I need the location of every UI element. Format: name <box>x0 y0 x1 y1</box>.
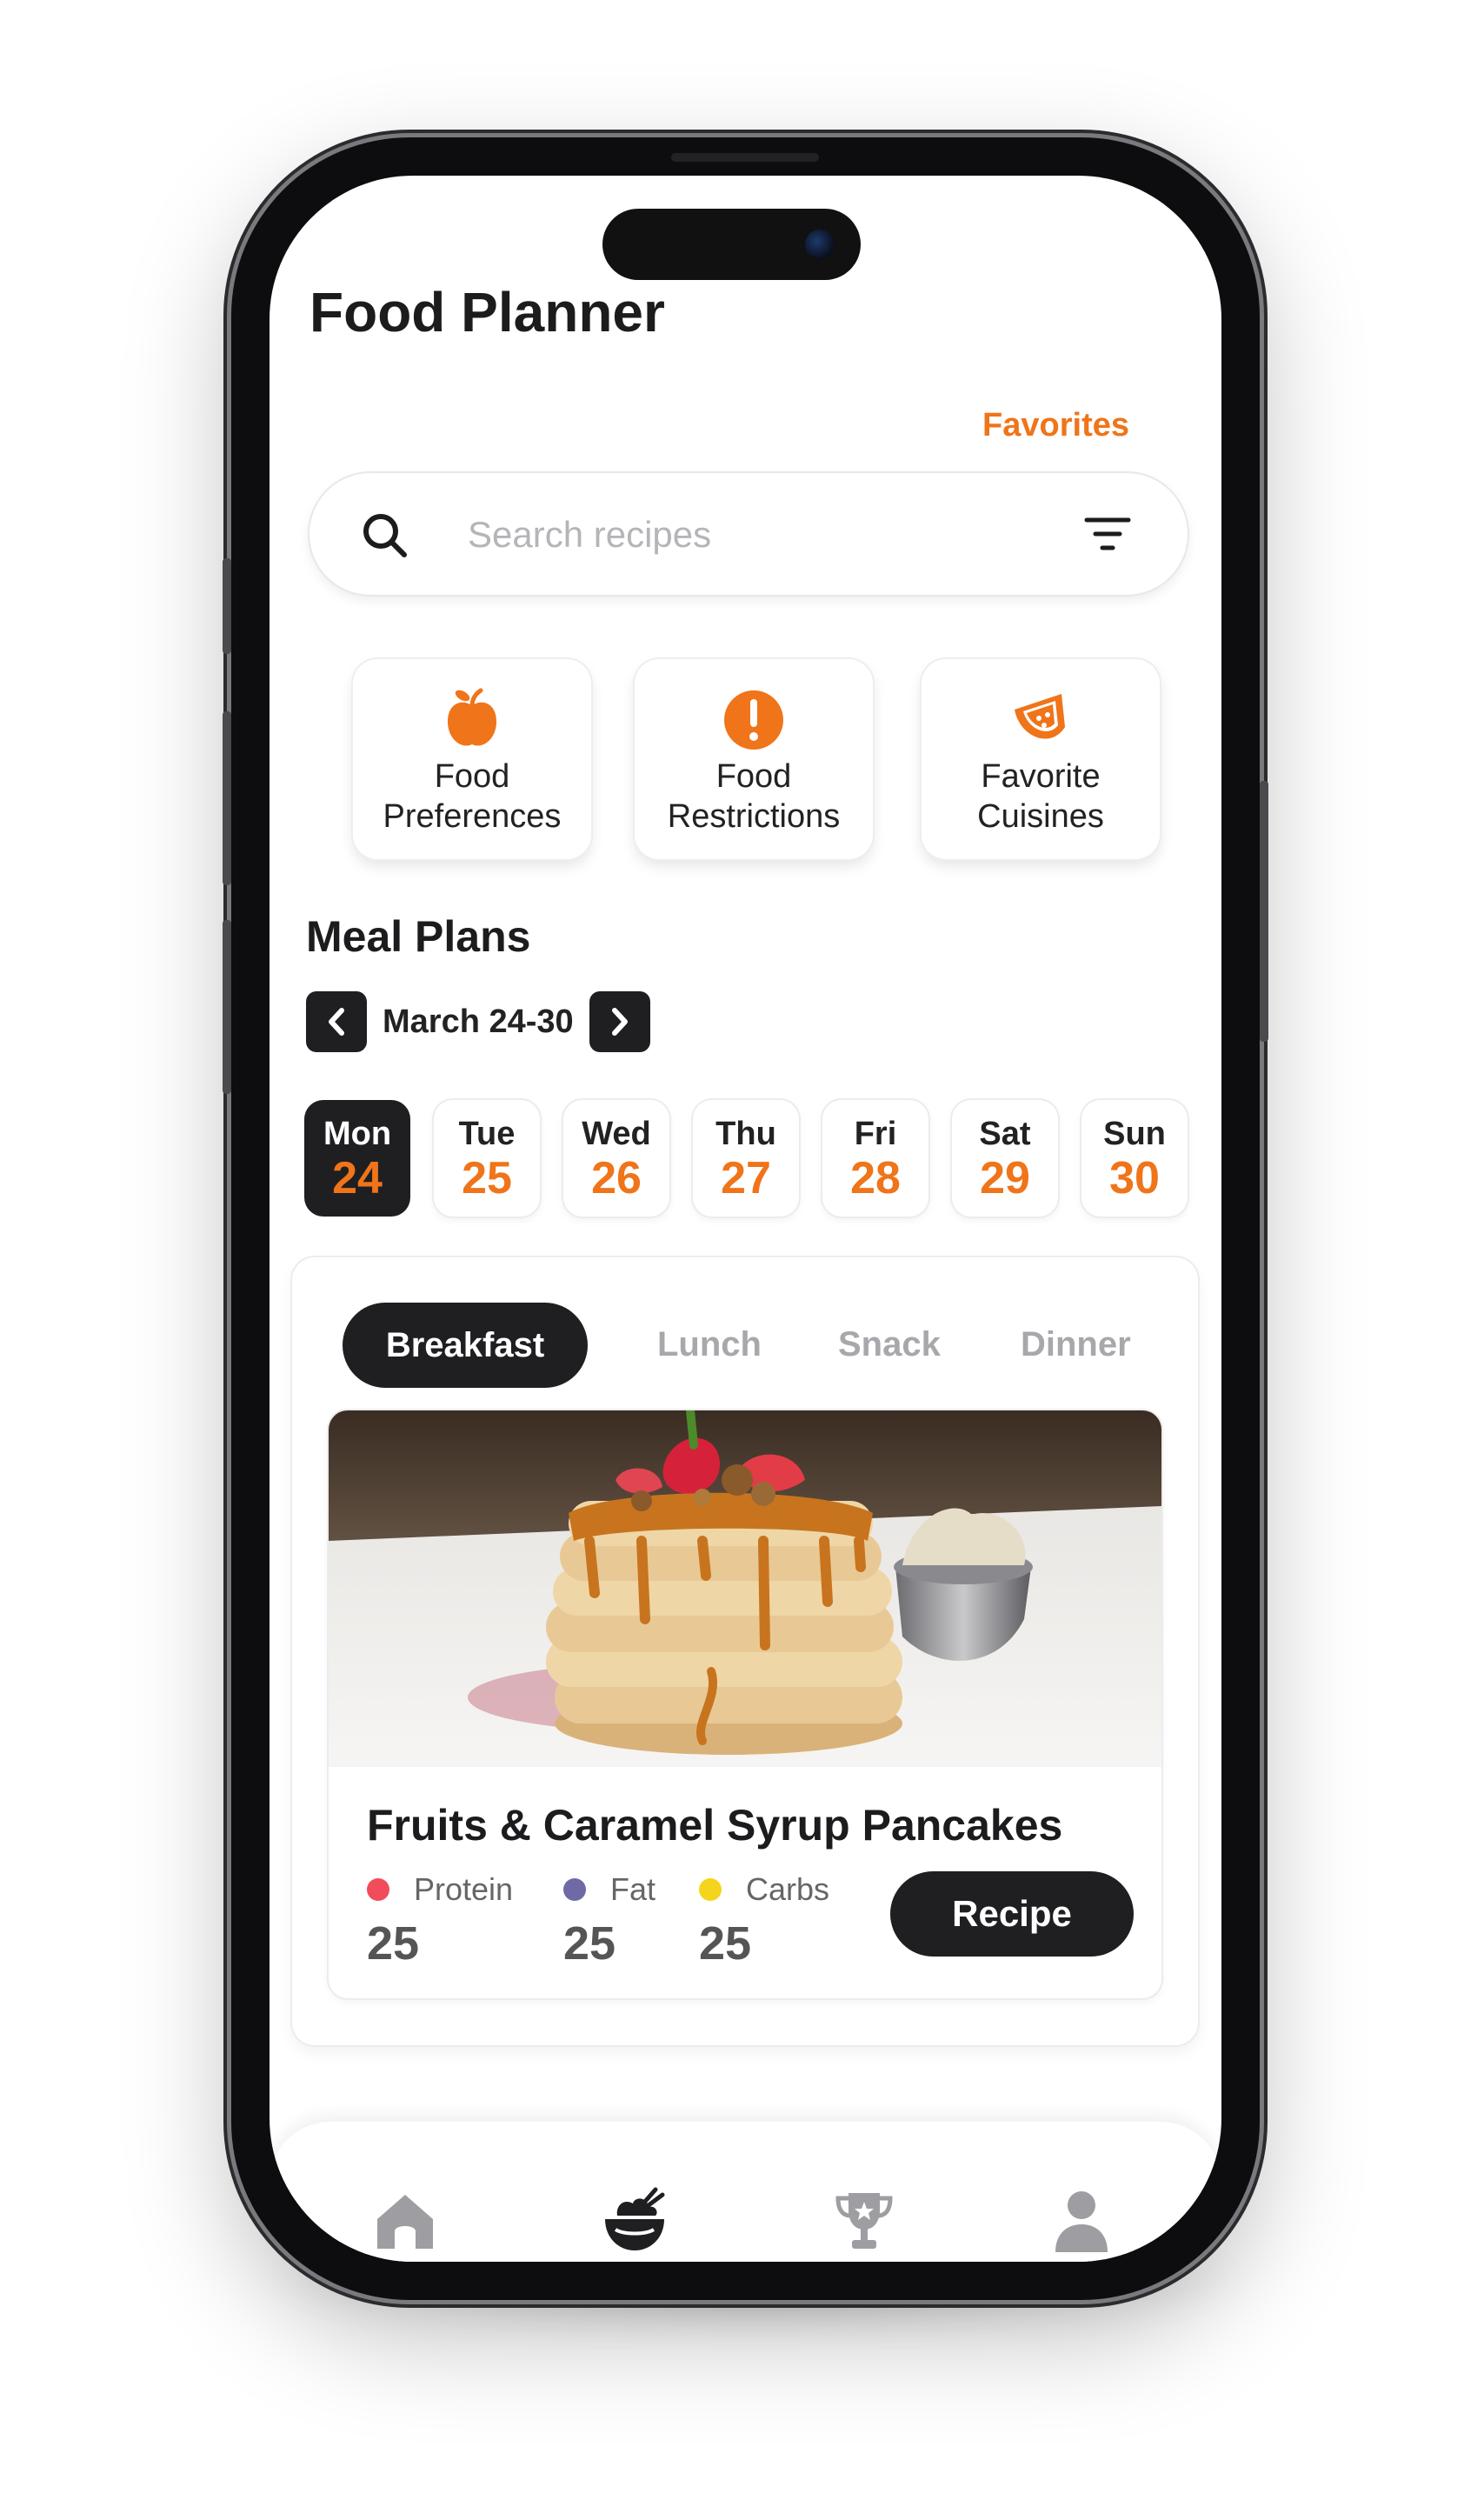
meal-card: Breakfast Lunch Snack Dinner Fruits & Ca… <box>292 1257 1198 2045</box>
week-navigator: March 24-30 <box>306 991 650 1052</box>
food-preferences-card[interactable]: Food Preferences <box>353 659 591 859</box>
tab-snack[interactable]: Snack <box>838 1325 941 1364</box>
protein-macro: Protein 25 <box>367 1871 513 1970</box>
chevron-right-icon <box>611 1008 628 1036</box>
day-number: 29 <box>980 1153 1030 1203</box>
day-number: 30 <box>1109 1153 1160 1203</box>
day-name: Tue <box>458 1116 516 1152</box>
tab-lunch[interactable]: Lunch <box>657 1325 762 1364</box>
day-name: Sat <box>979 1116 1031 1152</box>
search-bar[interactable] <box>309 473 1188 595</box>
macro-label: Fat <box>610 1871 656 1907</box>
day-name: Thu <box>715 1116 776 1152</box>
action-button <box>223 558 231 654</box>
dynamic-island <box>602 209 861 280</box>
fat-dot <box>563 1878 586 1901</box>
phone-screen: Food Planner Favorites Food Preferences <box>270 176 1221 2262</box>
recipe-button[interactable]: Recipe <box>890 1871 1134 1957</box>
day-name: Wed <box>582 1116 651 1152</box>
favorites-link[interactable]: Favorites <box>982 407 1129 444</box>
protein-dot <box>367 1878 389 1901</box>
day-friday[interactable]: Fri 28 <box>822 1100 928 1217</box>
filter-icon[interactable] <box>1083 513 1132 555</box>
day-number: 28 <box>850 1153 901 1203</box>
food-restrictions-card[interactable]: Food Restrictions <box>635 659 873 859</box>
day-wednesday[interactable]: Wed 26 <box>563 1100 669 1217</box>
watermelon-icon <box>1015 694 1065 739</box>
carbs-dot <box>699 1878 722 1901</box>
macro-label: Protein <box>414 1871 514 1907</box>
carbs-macro: Carbs 25 <box>699 1871 829 1970</box>
macro-value: 25 <box>563 1917 616 1970</box>
search-icon[interactable] <box>360 510 409 559</box>
day-number: 26 <box>591 1153 642 1203</box>
previous-week-button[interactable] <box>306 991 367 1052</box>
meal-plans-title: Meal Plans <box>306 912 531 961</box>
exclamation-icon <box>724 690 783 750</box>
macro-value: 25 <box>699 1917 752 1970</box>
pancakes-image <box>329 1410 1161 1767</box>
category-label: Food Restrictions <box>667 758 841 835</box>
day-sunday[interactable]: Sun 30 <box>1081 1100 1188 1217</box>
day-monday[interactable]: Mon 24 <box>304 1100 410 1217</box>
next-week-button[interactable] <box>589 991 650 1052</box>
day-tuesday[interactable]: Tue 25 <box>434 1100 540 1217</box>
tab-dinner[interactable]: Dinner <box>1021 1325 1131 1364</box>
fat-macro: Fat 25 <box>563 1871 655 1970</box>
recipe-card[interactable]: Fruits & Caramel Syrup Pancakes Protein … <box>329 1410 1161 1998</box>
day-name: Mon <box>323 1116 392 1152</box>
day-name: Fri <box>854 1116 897 1152</box>
volume-up-button <box>223 711 231 885</box>
apple-icon <box>448 688 496 746</box>
bottom-navigation <box>270 2122 1221 2262</box>
tab-breakfast[interactable]: Breakfast <box>343 1303 588 1388</box>
day-thursday[interactable]: Thu 27 <box>693 1100 799 1217</box>
page-title: Food Planner <box>309 281 665 343</box>
chevron-left-icon <box>329 1008 344 1036</box>
volume-down-button <box>223 920 231 1094</box>
camera-icon <box>805 230 835 259</box>
phone-frame: Food Planner Favorites Food Preferences <box>223 137 1268 2300</box>
earpiece <box>671 153 819 162</box>
day-number: 24 <box>332 1153 383 1203</box>
recipe-title: Fruits & Caramel Syrup Pancakes <box>367 1801 1063 1850</box>
food-bowl-icon[interactable] <box>598 2184 671 2257</box>
category-label: Food Preferences <box>383 758 562 835</box>
day-name: Sun <box>1103 1116 1166 1152</box>
macro-label: Carbs <box>746 1871 830 1907</box>
search-input[interactable] <box>466 503 1026 567</box>
day-saturday[interactable]: Sat 29 <box>952 1100 1058 1217</box>
power-button <box>1260 781 1268 1042</box>
category-label: Favorite Cuisines <box>977 758 1104 835</box>
macro-value: 25 <box>367 1917 420 1970</box>
home-icon[interactable] <box>369 2184 442 2257</box>
day-number: 27 <box>721 1153 771 1203</box>
week-label: March 24-30 <box>383 1003 574 1040</box>
trophy-icon[interactable] <box>828 2184 901 2257</box>
profile-icon[interactable] <box>1045 2184 1118 2257</box>
day-number: 25 <box>462 1153 512 1203</box>
favorite-cuisines-card[interactable]: Favorite Cuisines <box>922 659 1160 859</box>
